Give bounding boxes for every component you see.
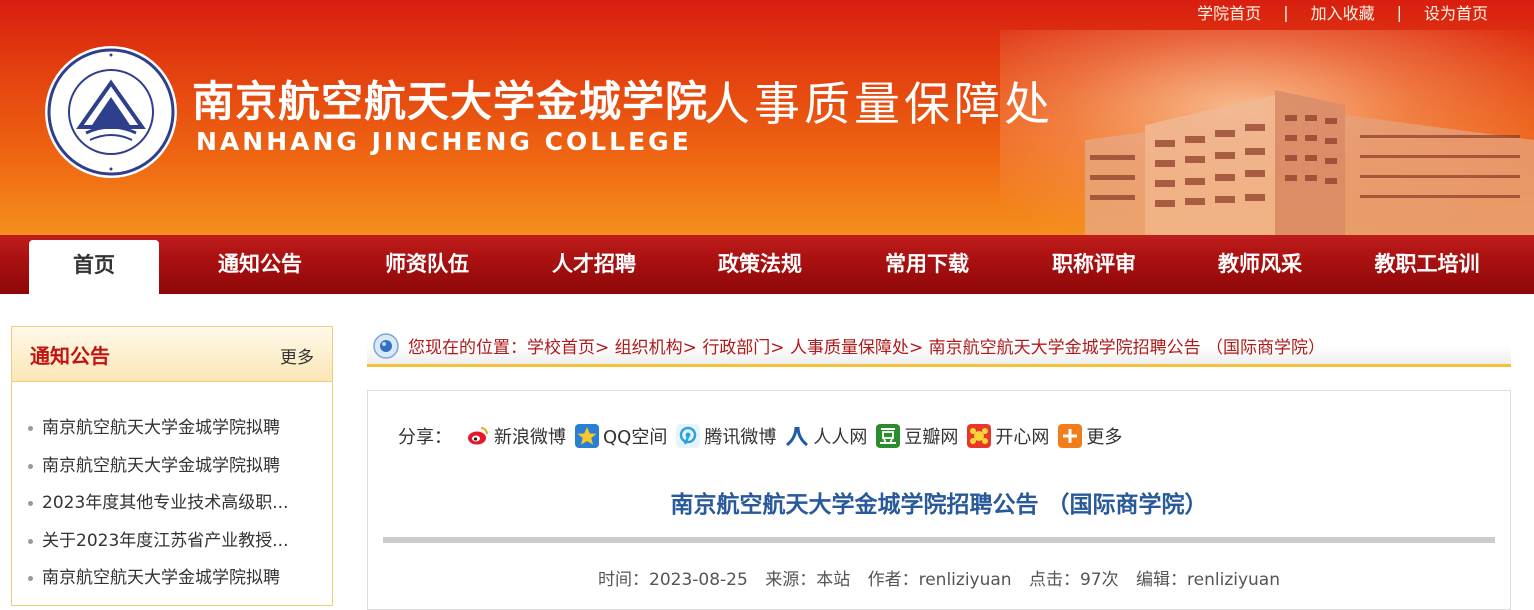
header-banner: 学院首页 | 加入收藏 | 设为首页 南京航空航天大学金城学院 NANHANG …: [0, 0, 1534, 235]
share-qzone-label: QQ空间: [603, 427, 668, 448]
article-meta: 时间：2023-08-25 来源：本站 作者：renliziyuan 点击：97…: [368, 565, 1510, 590]
breadcrumb-prefix: 您现在的位置：: [408, 338, 527, 358]
plus-icon: [1058, 424, 1083, 448]
top-link-separator: |: [1283, 2, 1289, 22]
breadcrumb-item-school-home[interactable]: 学校首页>: [527, 338, 609, 358]
nav-item-notices[interactable]: 通知公告: [196, 235, 324, 294]
school-name-en: NANHANG JINCHENG COLLEGE: [196, 127, 692, 156]
sidebar-list-item-text: 2023年度其他专业技术高级职...: [42, 493, 289, 513]
article-author: 作者：renliziyuan: [867, 570, 1012, 590]
breadcrumb-item-organization[interactable]: 组织机构>: [615, 338, 697, 358]
breadcrumb-trail: 您现在的位置：学校首页> 组织机构> 行政部门> 人事质量保障处> 南京航空航天…: [408, 333, 1325, 358]
breadcrumb: 您现在的位置：学校首页> 组织机构> 行政部门> 人事质量保障处> 南京航空航天…: [367, 322, 1511, 367]
sidebar-list-item-text: 南京航空航天大学金城学院拟聘: [42, 568, 280, 588]
share-weibo-button[interactable]: 新浪微博: [466, 423, 566, 449]
douban-icon: [876, 424, 901, 448]
renren-icon: [785, 424, 810, 448]
article-source: 来源：本站: [765, 570, 851, 590]
sidebar-list-item[interactable]: 南京航空航天大学金城学院拟聘: [12, 560, 332, 598]
bullet-icon: [28, 426, 33, 431]
share-tencent-weibo-label: 腾讯微博: [704, 427, 777, 448]
top-link-favorite[interactable]: 加入收藏: [1311, 0, 1375, 24]
article-editor: 编辑：renliziyuan: [1136, 570, 1280, 590]
sidebar-list-item[interactable]: 2023年度其他专业技术高级职...: [12, 485, 332, 523]
sidebar-list-item[interactable]: 关于2023年度江苏省产业教授...: [12, 523, 332, 561]
sidebar-list-item-text: 关于2023年度江苏省产业教授...: [42, 530, 289, 551]
article-title: 南京航空航天大学金城学院招聘公告 （国际商学院）: [670, 492, 1208, 518]
nav-item-downloads[interactable]: 常用下载: [863, 235, 991, 294]
nav-item-faculty[interactable]: 师资队伍: [363, 235, 491, 294]
share-douban-button[interactable]: 豆瓣网: [876, 423, 958, 449]
sidebar-title: 通知公告: [30, 344, 110, 368]
top-links: 学院首页 | 加入收藏 | 设为首页: [1197, 0, 1488, 24]
bullet-icon: [28, 576, 33, 581]
article-time: 时间：2023-08-25: [598, 570, 748, 590]
campus-building-image: [1085, 90, 1534, 235]
main-nav: 首页 通知公告 师资队伍 人才招聘 政策法规 常用下载 职称评审 教师风采 教职…: [0, 235, 1534, 294]
bullet-icon: [28, 501, 33, 506]
breadcrumb-item-admin-depts[interactable]: 行政部门>: [702, 338, 784, 358]
sidebar-list: 南京航空航天大学金城学院拟聘 南京航空航天大学金城学院拟聘 2023年度其他专业…: [12, 410, 332, 598]
sidebar-list-item[interactable]: 南京航空航天大学金城学院拟聘: [12, 448, 332, 486]
bullet-icon: [28, 463, 33, 469]
school-name-cn: 南京航空航天大学金城学院: [192, 77, 709, 126]
share-weibo-label: 新浪微博: [494, 427, 566, 448]
weibo-icon: [466, 424, 490, 448]
nav-item-recruitment[interactable]: 人才招聘: [530, 235, 658, 294]
article-divider: [383, 537, 1495, 543]
nav-item-title-review[interactable]: 职称评审: [1030, 235, 1158, 294]
nav-item-home[interactable]: 首页: [29, 240, 159, 294]
nav-item-teacher-style[interactable]: 教师风采: [1196, 235, 1324, 294]
top-link-home[interactable]: 学院首页: [1197, 0, 1261, 24]
nav-item-policies[interactable]: 政策法规: [696, 235, 824, 294]
sidebar-list-item-text: 南京航空航天大学金城学院拟聘: [42, 418, 280, 438]
bullet-icon: [28, 538, 33, 544]
share-renren-label: 人人网: [813, 427, 868, 448]
sidebar-more-link[interactable]: 更多: [280, 343, 314, 368]
tencent-weibo-icon: [676, 424, 701, 448]
nav-item-staff-training[interactable]: 教职工培训: [1357, 235, 1497, 294]
sidebar-list-item-text: 南京航空航天大学金城学院拟聘: [42, 455, 280, 476]
breadcrumb-item-department[interactable]: 人事质量保障处>: [790, 338, 923, 358]
share-more-label: 更多: [1086, 427, 1123, 448]
article-panel: 分享： 新浪微博 QQ空间 腾讯微博 人人网 豆瓣网 开心网 更多 南京航空航天…: [367, 390, 1511, 610]
department-name: 人事质量保障处: [704, 77, 1054, 131]
qzone-icon: [575, 424, 599, 448]
location-icon: [373, 333, 399, 359]
sidebar-header: 通知公告 更多: [12, 327, 332, 382]
share-kaixin-button[interactable]: 开心网: [967, 423, 1049, 449]
sidebar-list-item[interactable]: 南京航空航天大学金城学院拟聘: [12, 410, 332, 448]
share-qzone-button[interactable]: QQ空间: [575, 423, 667, 449]
share-label: 分享：: [398, 427, 452, 448]
breadcrumb-item-current[interactable]: 南京航空航天大学金城学院招聘公告 （国际商学院）: [929, 338, 1325, 358]
share-more-button[interactable]: 更多: [1058, 423, 1122, 449]
sidebar-notices: 通知公告 更多 南京航空航天大学金城学院拟聘 南京航空航天大学金城学院拟聘 20…: [11, 326, 333, 606]
share-renren-button[interactable]: 人人网: [785, 423, 867, 449]
kaixin-icon: [967, 424, 992, 448]
share-kaixin-label: 开心网: [995, 427, 1050, 448]
share-douban-label: 豆瓣网: [904, 427, 959, 448]
share-bar: 分享： 新浪微博 QQ空间 腾讯微博 人人网 豆瓣网 开心网 更多: [398, 423, 1131, 449]
top-link-set-homepage[interactable]: 设为首页: [1424, 0, 1488, 24]
article-clicks: 点击：97次: [1028, 570, 1119, 590]
top-link-separator: |: [1396, 2, 1402, 22]
college-logo-icon: [45, 46, 177, 178]
share-tencent-weibo-button[interactable]: 腾讯微博: [676, 423, 776, 449]
